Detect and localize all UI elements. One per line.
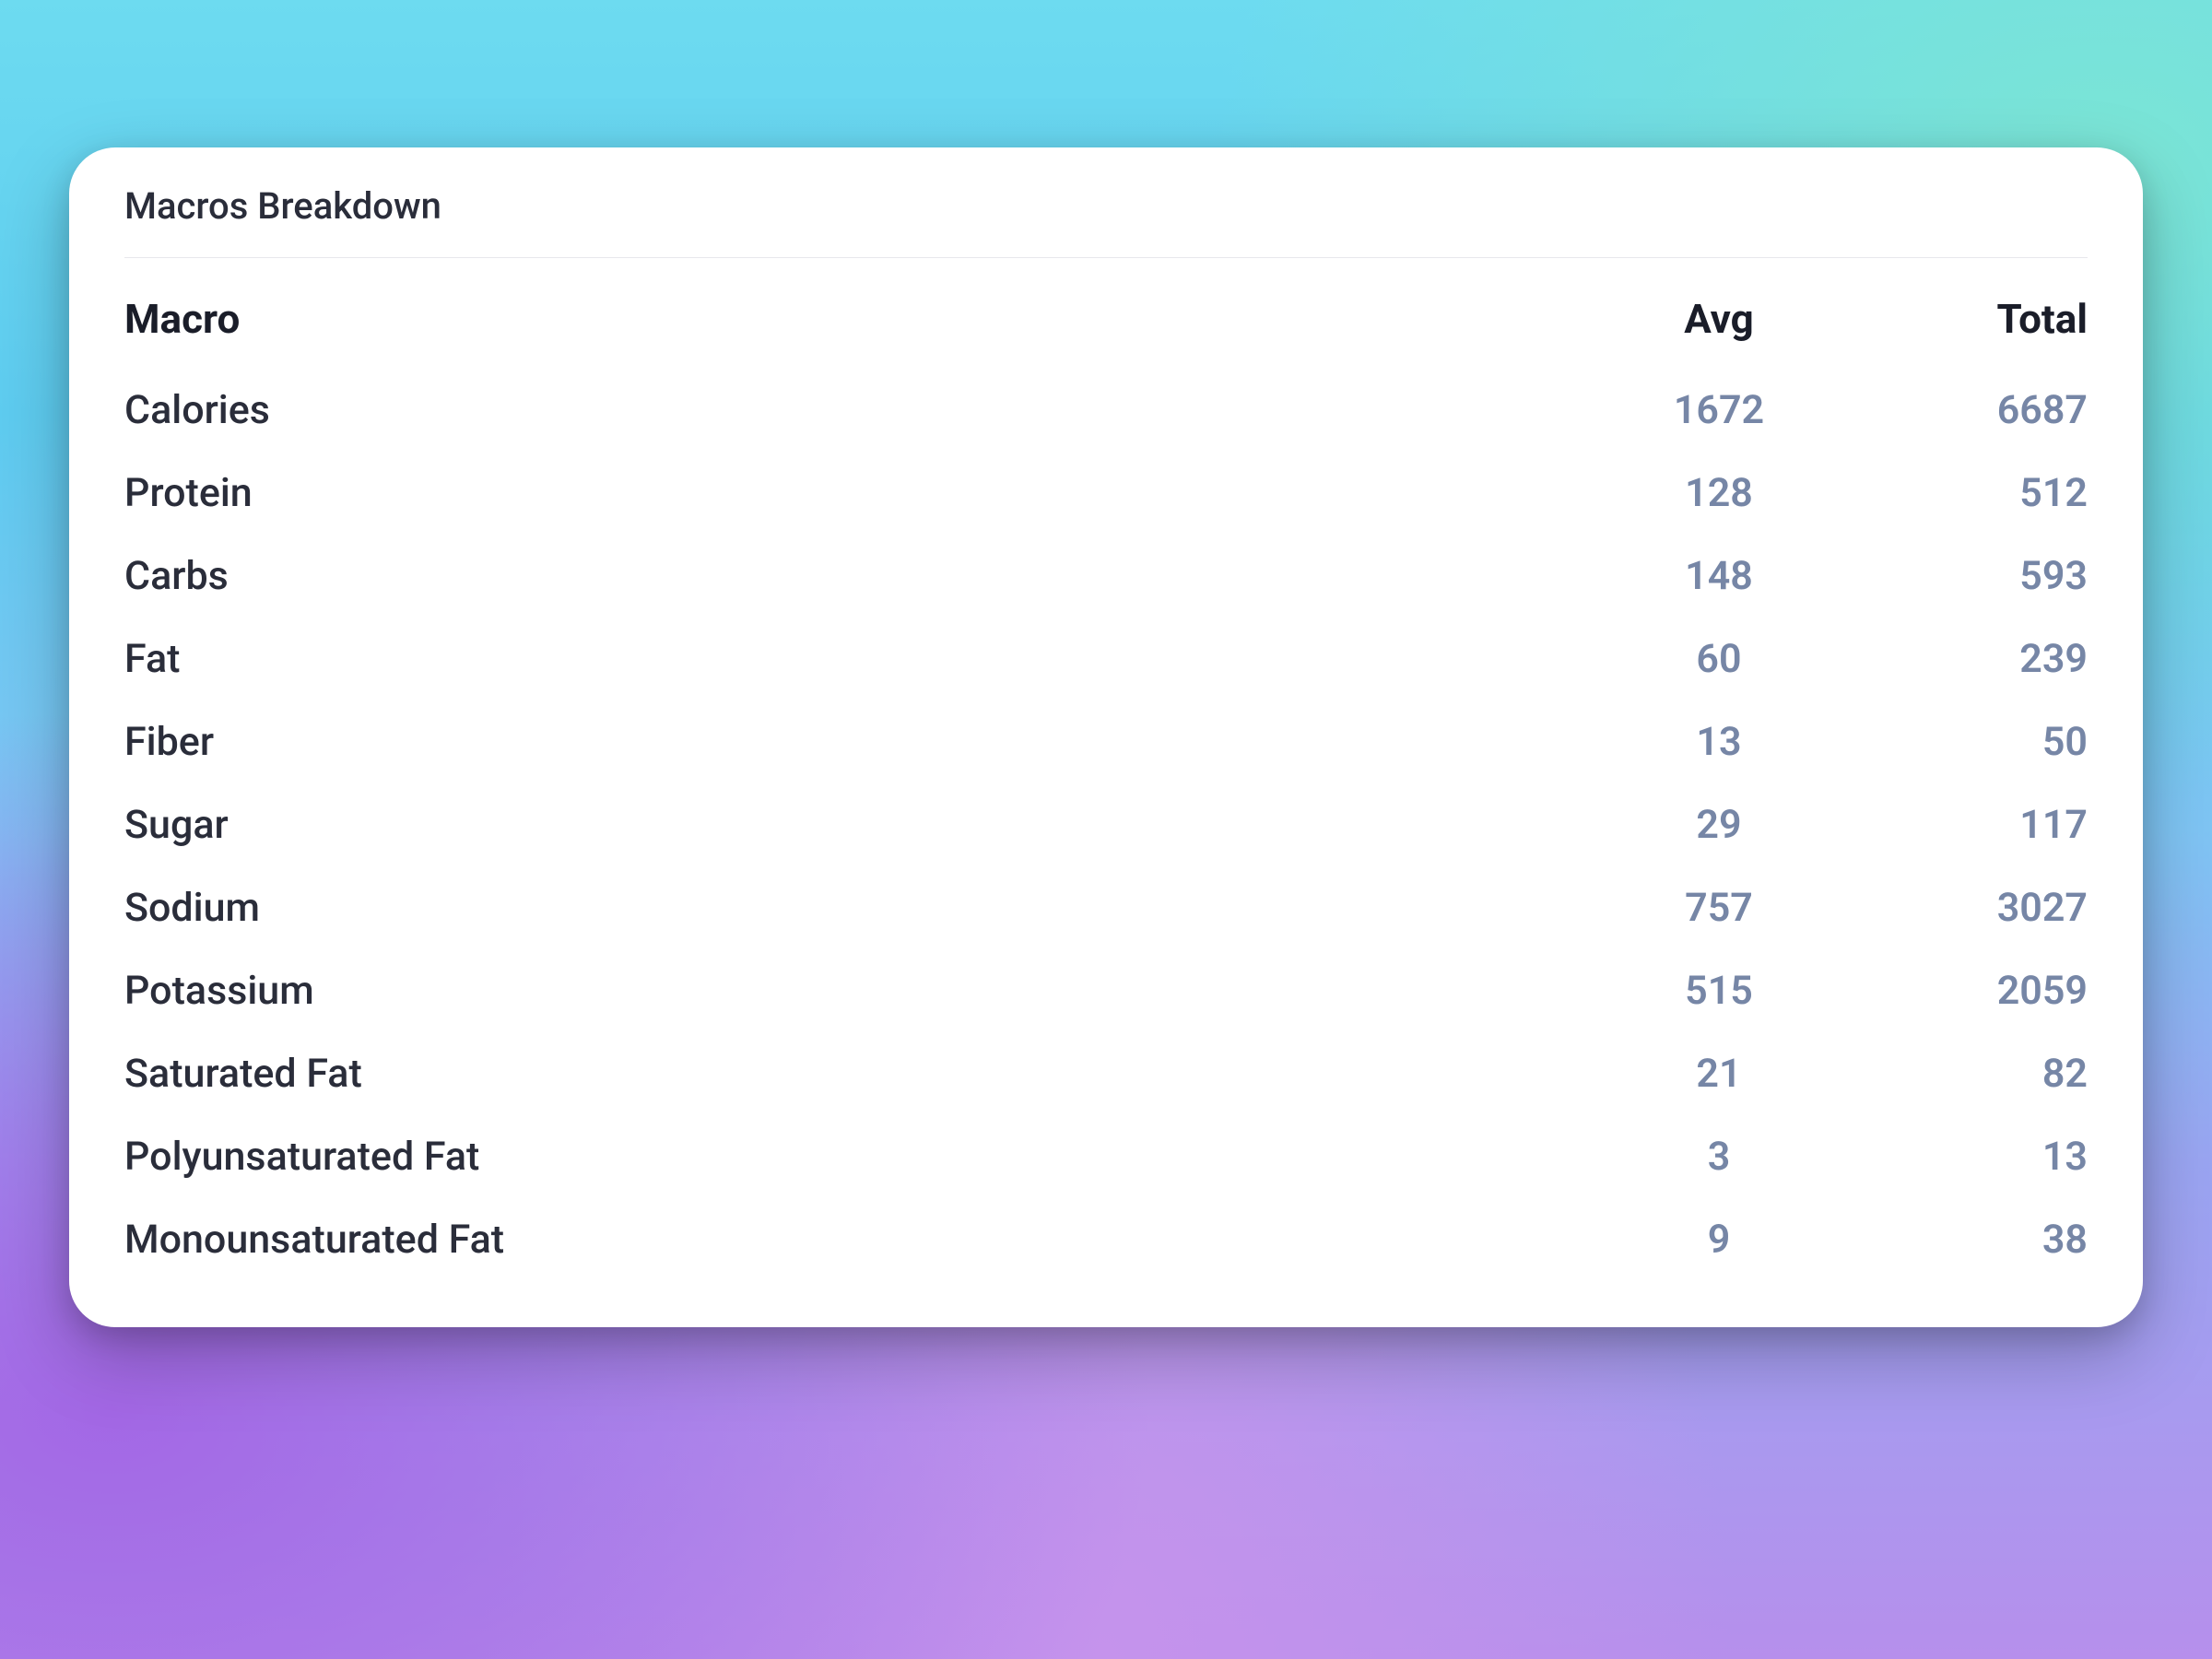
table-row: Saturated Fat 21 82 xyxy=(124,1032,2088,1115)
table-row: Protein 128 512 xyxy=(124,452,2088,535)
macro-avg: 13 xyxy=(1627,719,1811,765)
macro-total: 82 xyxy=(1811,1051,2088,1097)
column-header-avg: Avg xyxy=(1627,295,1811,343)
table-row: Fat 60 239 xyxy=(124,618,2088,700)
card-title: Macros Breakdown xyxy=(124,184,2088,258)
macro-total: 117 xyxy=(1811,802,2088,848)
macro-name: Sodium xyxy=(124,885,1627,931)
macro-avg: 3 xyxy=(1627,1134,1811,1180)
macro-avg: 1672 xyxy=(1627,387,1811,433)
macro-avg: 21 xyxy=(1627,1051,1811,1097)
macro-name: Fat xyxy=(124,636,1627,682)
table-row: Potassium 515 2059 xyxy=(124,949,2088,1032)
macro-name: Calories xyxy=(124,387,1627,433)
macro-total: 6687 xyxy=(1811,387,2088,433)
macro-name: Polyunsaturated Fat xyxy=(124,1134,1627,1180)
table-body: Calories 1672 6687 Protein 128 512 Carbs… xyxy=(124,369,2088,1281)
macro-name: Potassium xyxy=(124,968,1627,1014)
macro-name: Fiber xyxy=(124,719,1627,765)
column-header-total: Total xyxy=(1811,295,2088,343)
macro-name: Sugar xyxy=(124,802,1627,848)
table-header: Macro Avg Total xyxy=(124,269,2088,369)
macro-name: Monounsaturated Fat xyxy=(124,1217,1627,1263)
macro-avg: 29 xyxy=(1627,802,1811,848)
table-row: Sodium 757 3027 xyxy=(124,866,2088,949)
macro-total: 13 xyxy=(1811,1134,2088,1180)
macro-total: 593 xyxy=(1811,553,2088,599)
macro-avg: 757 xyxy=(1627,885,1811,931)
table-row: Fiber 13 50 xyxy=(124,700,2088,783)
macro-avg: 60 xyxy=(1627,636,1811,682)
macros-breakdown-card: Macros Breakdown Macro Avg Total Calorie… xyxy=(69,147,2143,1327)
macro-avg: 515 xyxy=(1627,968,1811,1014)
macro-total: 3027 xyxy=(1811,885,2088,931)
column-header-macro: Macro xyxy=(124,295,1627,343)
table-row: Monounsaturated Fat 9 38 xyxy=(124,1198,2088,1281)
table-row: Polyunsaturated Fat 3 13 xyxy=(124,1115,2088,1198)
macro-total: 38 xyxy=(1811,1217,2088,1263)
macro-total: 239 xyxy=(1811,636,2088,682)
macro-name: Carbs xyxy=(124,553,1627,599)
macro-name: Saturated Fat xyxy=(124,1051,1627,1097)
macro-avg: 148 xyxy=(1627,553,1811,599)
macro-total: 512 xyxy=(1811,470,2088,516)
table-row: Carbs 148 593 xyxy=(124,535,2088,618)
macro-total: 2059 xyxy=(1811,968,2088,1014)
macro-total: 50 xyxy=(1811,719,2088,765)
macro-name: Protein xyxy=(124,470,1627,516)
macro-avg: 128 xyxy=(1627,470,1811,516)
table-row: Calories 1672 6687 xyxy=(124,369,2088,452)
macro-avg: 9 xyxy=(1627,1217,1811,1263)
table-row: Sugar 29 117 xyxy=(124,783,2088,866)
